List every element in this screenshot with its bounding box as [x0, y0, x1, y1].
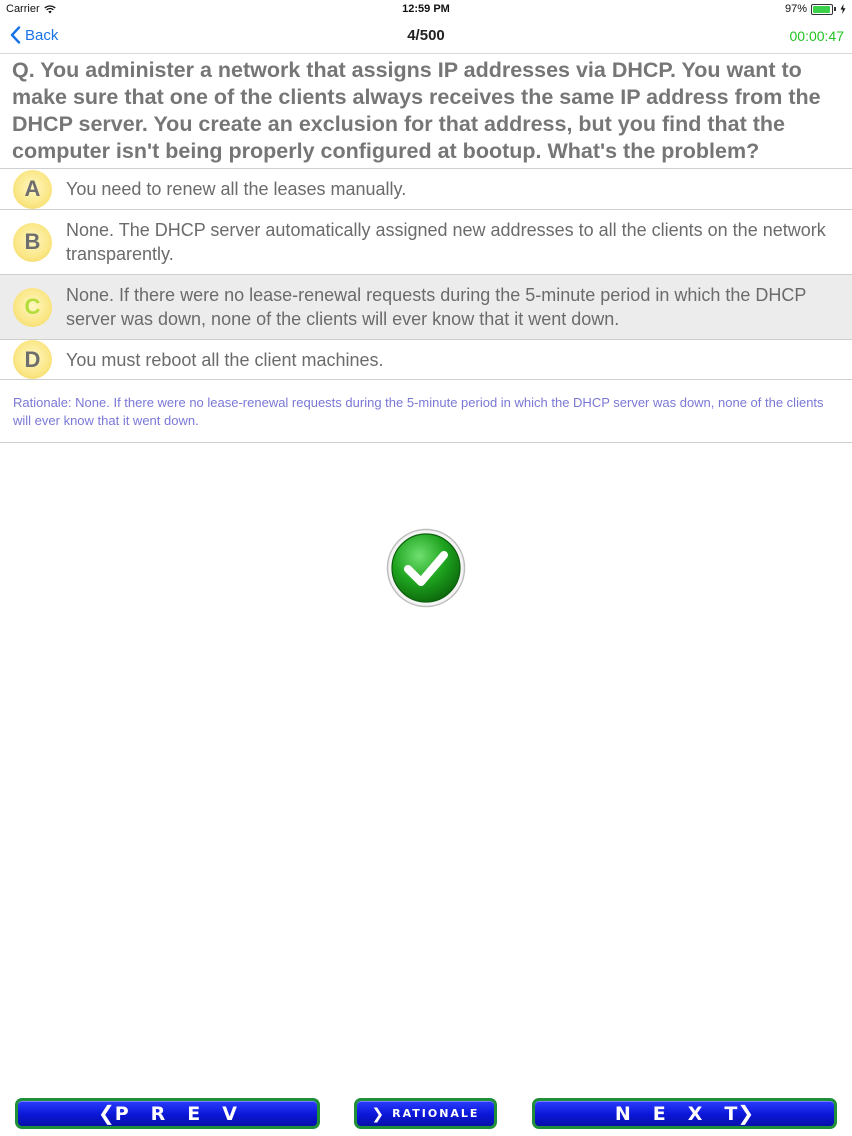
- arrow-left-icon: ❮: [97, 1103, 115, 1125]
- rationale-divider: [0, 442, 852, 443]
- battery-percent: 97%: [784, 3, 807, 15]
- next-button[interactable]: NEXT ❯: [532, 1098, 837, 1129]
- option-a[interactable]: A You need to renew all the leases manua…: [0, 169, 852, 210]
- option-d[interactable]: D You must reboot all the client machine…: [0, 340, 852, 380]
- option-letter-badge: D: [13, 340, 52, 379]
- arrow-right-icon: ❯: [371, 1105, 385, 1123]
- option-c[interactable]: C None. If there were no lease-renewal r…: [0, 275, 852, 340]
- battery-info: 97%: [785, 3, 846, 15]
- option-text: You need to renew all the leases manuall…: [66, 179, 407, 199]
- option-text: None. The DHCP server automatically assi…: [66, 220, 826, 264]
- check-circle-icon: [386, 528, 466, 608]
- battery-tip: [834, 7, 836, 11]
- option-letter-badge: C: [13, 287, 52, 327]
- rationale-text: Rationale: None. If there were no lease-…: [13, 395, 824, 428]
- option-text: You must reboot all the client machines.: [66, 349, 384, 370]
- arrow-right-icon: ❯: [737, 1103, 755, 1125]
- rationale-label: RATIONALE: [392, 1107, 480, 1120]
- status-bar: Carrier 12:59 PM 97%: [0, 0, 852, 18]
- option-text: None. If there were no lease-renewal req…: [66, 285, 807, 329]
- option-letter-badge: B: [13, 222, 52, 262]
- rationale-button[interactable]: ❯ RATIONALE: [354, 1098, 497, 1129]
- clock: 12:59 PM: [402, 3, 450, 15]
- prev-label: PREV: [114, 1102, 259, 1125]
- option-letter-badge: A: [13, 169, 52, 209]
- navigation-bar: Back 4/500 00:00:47: [0, 18, 852, 54]
- battery-fill: [813, 5, 830, 13]
- quiz-timer: 00:00:47: [789, 28, 845, 44]
- battery-icon: [811, 3, 833, 15]
- question-counter: 4/500: [407, 27, 445, 44]
- prev-button[interactable]: ❮ PREV: [15, 1098, 320, 1129]
- question-text: Q. You administer a network that assigns…: [12, 58, 821, 163]
- charging-bolt-icon: [840, 4, 846, 14]
- option-b[interactable]: B None. The DHCP server automatically as…: [0, 210, 852, 275]
